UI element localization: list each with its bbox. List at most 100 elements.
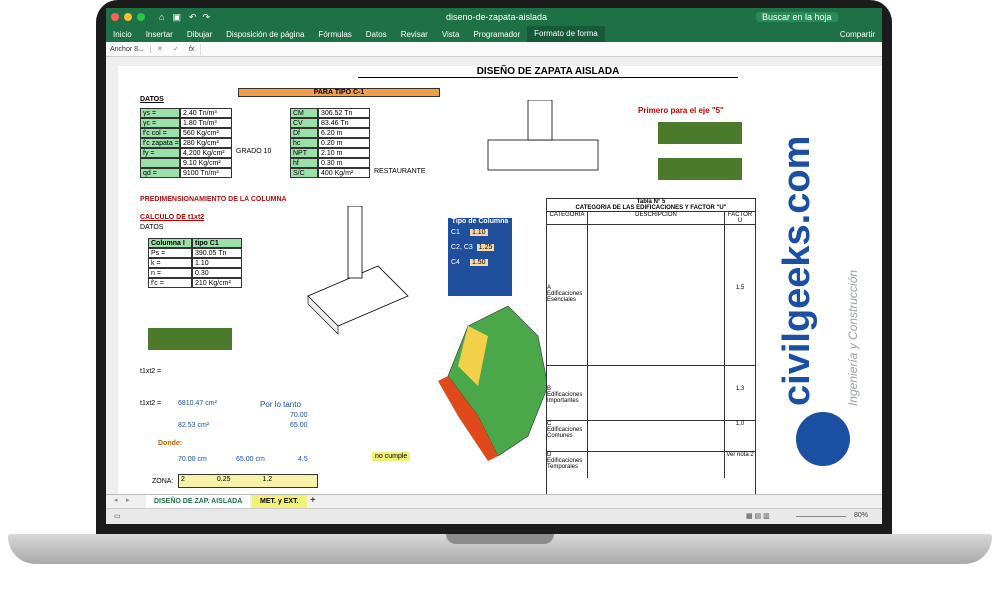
fx-icon[interactable]: fx xyxy=(183,46,200,53)
tipo-columna-table: Tipo de Columna C1 1.10 C2, C3 1.25 C4 1.50 xyxy=(448,218,512,296)
final-b: 65.00 cm xyxy=(236,456,265,463)
peru-map xyxy=(438,306,549,461)
left-value-2[interactable]: 560 Kg/cm² xyxy=(180,128,232,138)
window-title: diseno-de-zapata-aislada xyxy=(446,12,548,22)
col-table-h1: Columna I xyxy=(148,238,192,248)
tab-datos[interactable]: Datos xyxy=(359,30,394,39)
right-value-6[interactable]: 400 Kg/m² xyxy=(318,168,370,178)
sheet-tabs-bar: ◂ ▸ DISEÑO DE ZAP. AISLADA MET. y EXT. + xyxy=(106,494,882,510)
right-label-1: CV xyxy=(290,118,318,128)
worksheet: DISEÑO DE ZAPATA AISLADA PARA TIPO C-1 D… xyxy=(118,66,870,496)
col-table-h2: tipo C1 xyxy=(192,238,242,248)
col-table-value-1[interactable]: 1.10 xyxy=(192,258,242,268)
left-label-2: f'c col = xyxy=(140,128,180,138)
primero-eje-label: Primero para el eje "5" xyxy=(638,106,724,115)
laptop-notch xyxy=(446,534,554,544)
brand-watermark: civilgeeks.com Ingeniería y Construcción xyxy=(770,66,882,494)
right-label-5: hf xyxy=(290,158,318,168)
close-icon[interactable] xyxy=(111,13,119,21)
tab-insertar[interactable]: Insertar xyxy=(139,30,180,39)
ready-icon: ▭ xyxy=(114,513,121,520)
name-box[interactable]: Anchor 8... xyxy=(106,45,151,53)
col-table-value-3[interactable]: 210 Kg/cm² xyxy=(192,278,242,288)
footing-section-diagram xyxy=(487,100,599,171)
cancel-icon[interactable]: ✕ xyxy=(151,45,169,53)
zona-value: 2 xyxy=(181,476,185,483)
undo-icon[interactable]: ↶ xyxy=(189,12,197,23)
categoria-table-subtitle: CATEGORIA DE LAS EDIFICACIONES Y FACTOR … xyxy=(547,205,755,212)
tab-dibujar[interactable]: Dibujar xyxy=(180,30,219,39)
confirm-icon[interactable]: ✓ xyxy=(169,45,183,53)
right-label-2: Df xyxy=(290,128,318,138)
t1-value: 70.00 xyxy=(290,412,308,419)
home-icon[interactable]: ⌂ xyxy=(159,12,164,22)
maximize-icon[interactable] xyxy=(137,13,145,21)
sheet-subtitle: PARA TIPO C-1 xyxy=(238,88,440,97)
categoria-table-header: CATEGORIA DESCRIPCION FACTOR U xyxy=(547,212,755,225)
left-label-1: γc = xyxy=(140,118,180,128)
right-label-4: NPT xyxy=(290,148,318,158)
left-value-3[interactable]: 280 Kg/cm² xyxy=(180,138,232,148)
right-value-4[interactable]: 2.10 m xyxy=(318,148,370,158)
brand-name: civilgeeks.com xyxy=(776,135,818,406)
search-input[interactable]: Buscar en la hoja xyxy=(756,12,838,22)
right-value-0[interactable]: 306.52 Tn xyxy=(318,108,370,118)
col-table-label-1: k = xyxy=(148,258,192,268)
zona-s: 1.2 xyxy=(262,476,273,483)
redo-icon[interactable]: ↷ xyxy=(203,12,211,23)
col-table-value-0[interactable]: 390.05 Tn xyxy=(192,248,242,258)
save-icon[interactable]: ▣ xyxy=(172,12,181,23)
right-value-2[interactable]: 6.20 m xyxy=(318,128,370,138)
tab-formato-forma[interactable]: Formato de forma xyxy=(527,26,605,42)
nav-prev-icon[interactable]: ◂ xyxy=(114,496,118,504)
tipo-columna-row-2: C4 1.50 xyxy=(451,259,488,266)
zona-box: 2 0.25 1.2 xyxy=(178,474,318,488)
final-a: 70.00 cm xyxy=(178,456,207,463)
nav-next-icon[interactable]: ▸ xyxy=(126,496,130,504)
tab-vista[interactable]: Vista xyxy=(435,30,467,39)
right-value-5[interactable]: 0.30 m xyxy=(318,158,370,168)
categoria-row-a: A Edificaciones Esenciales 1,5 xyxy=(547,225,755,366)
left-value-4[interactable]: 4,200 Kg/cm² xyxy=(180,148,232,158)
col-table-value-2[interactable]: 0.30 xyxy=(192,268,242,278)
zoom-slider[interactable] xyxy=(796,516,846,517)
right-label-6: S/C xyxy=(290,168,318,178)
left-label-6: qd = xyxy=(140,168,180,178)
right-value-1[interactable]: 83.46 Tn xyxy=(318,118,370,128)
restaurante-label: RESTAURANTE xyxy=(374,168,426,175)
right-label-3: hc xyxy=(290,138,318,148)
share-button[interactable]: Compartir xyxy=(833,30,882,39)
tab-inicio[interactable]: Inicio xyxy=(106,30,139,39)
categoria-row-c: C Edificaciones Comunes 1,0 xyxy=(547,421,755,452)
view-icons[interactable]: ▦ ▤ ▥ xyxy=(746,512,770,520)
tab-programador[interactable]: Programador xyxy=(466,30,527,39)
left-label-3: f'c zapata = xyxy=(140,138,180,148)
left-value-6[interactable]: 9100 Tn/m² xyxy=(180,168,232,178)
tab-formulas[interactable]: Fórmulas xyxy=(311,30,358,39)
tipo-columna-row-1: C2, C3 1.25 xyxy=(451,244,495,251)
formula-input[interactable] xyxy=(200,43,882,55)
t2-value: 65.00 xyxy=(290,422,308,429)
final-c: 4.5 xyxy=(298,456,308,463)
add-sheet-icon[interactable]: + xyxy=(310,495,316,506)
t1t2-label: t1xt2 = xyxy=(140,368,162,375)
left-value-5[interactable]: 9.10 Kg/cm² xyxy=(180,158,232,168)
tab-revisar[interactable]: Revisar xyxy=(394,30,435,39)
left-value-1[interactable]: 1.80 Tn/m³ xyxy=(180,118,232,128)
col-table-label-2: n = xyxy=(148,268,192,278)
tab-met-ext[interactable]: MET. y EXT. xyxy=(252,495,307,508)
zona-label: ZONA: xyxy=(152,478,174,485)
right-value-3[interactable]: 0.20 m xyxy=(318,138,370,148)
donde-label: Donde: xyxy=(158,440,183,447)
minimize-icon[interactable] xyxy=(124,13,132,21)
zona-z: 0.25 xyxy=(216,476,231,483)
left-label-0: γs = xyxy=(140,108,180,118)
right-label-0: CM xyxy=(290,108,318,118)
left-value-0[interactable]: 2.40 Tn/m³ xyxy=(180,108,232,118)
calculo-heading: CALCULO DE t1xt2 xyxy=(140,214,205,221)
formula-bar: Anchor 8... ✕ ✓ fx xyxy=(106,42,882,57)
tab-disposicion[interactable]: Disposición de página xyxy=(219,30,311,39)
status-bar: ▭ ▦ ▤ ▥ 80% xyxy=(106,508,882,524)
formula-q2-box xyxy=(658,158,742,180)
t1t2-value-1: 6810.47 cm² xyxy=(178,400,217,407)
